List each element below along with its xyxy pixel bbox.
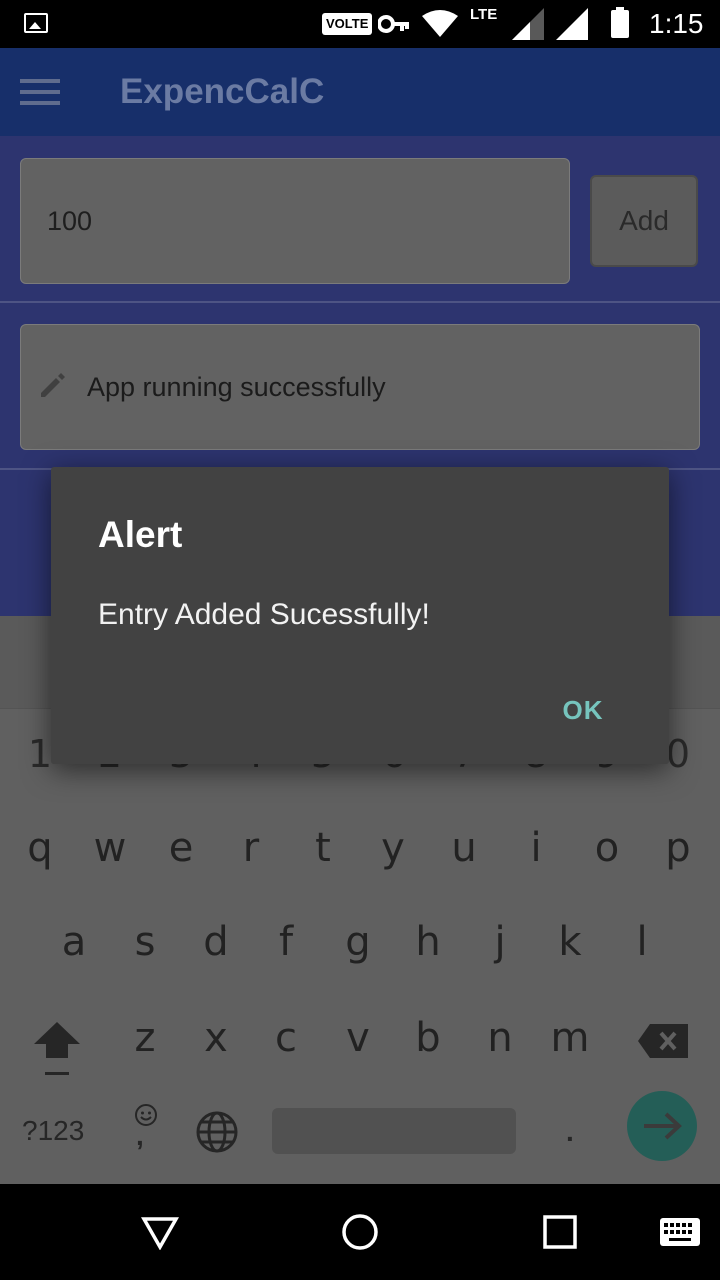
alert-dialog: Alert Entry Added Sucessfully! OK: [51, 467, 669, 764]
space-bar[interactable]: [272, 1108, 516, 1154]
backspace-icon[interactable]: [638, 1024, 688, 1058]
key-j[interactable]: j: [465, 918, 535, 966]
divider: [0, 301, 720, 303]
volte-badge: VOLTE: [322, 13, 373, 35]
clock: 1:15: [649, 8, 704, 39]
key-w[interactable]: w: [75, 824, 145, 872]
key-m[interactable]: m: [535, 1014, 605, 1062]
key-c[interactable]: c: [251, 1014, 321, 1062]
key-k[interactable]: k: [535, 918, 605, 966]
navigation-bar: [0, 1184, 720, 1280]
lte-label: LTE: [470, 6, 498, 23]
key-s[interactable]: s: [110, 918, 180, 966]
key-t[interactable]: t: [288, 824, 358, 872]
period-key[interactable]: .: [566, 1116, 574, 1148]
gallery-icon: [24, 13, 48, 33]
key-q[interactable]: q: [5, 824, 75, 872]
app-bar: ExpencCalC: [0, 48, 720, 136]
key-b[interactable]: b: [393, 1014, 463, 1062]
recents-icon[interactable]: [543, 1215, 577, 1249]
keyboard-switch-icon[interactable]: [660, 1218, 700, 1246]
enter-arrow-icon: [644, 1112, 682, 1140]
key-e[interactable]: e: [146, 824, 216, 872]
battery-icon: [611, 7, 629, 38]
note-value: App running successfully: [87, 372, 386, 402]
status-bar: VOLTE LTE 1:15: [0, 0, 720, 48]
enter-key[interactable]: [627, 1091, 697, 1161]
key-g[interactable]: g: [323, 918, 393, 966]
wifi-icon: [422, 10, 458, 37]
key-x[interactable]: x: [181, 1014, 251, 1062]
key-h[interactable]: h: [393, 918, 463, 966]
symbols-key[interactable]: ?123: [22, 1114, 84, 1148]
key-y[interactable]: y: [358, 824, 428, 872]
amount-value: 100: [47, 206, 93, 236]
key-o[interactable]: o: [572, 824, 642, 872]
shift-icon[interactable]: [32, 1020, 82, 1076]
key-d[interactable]: d: [181, 918, 251, 966]
key-z[interactable]: z: [110, 1014, 180, 1062]
key-r[interactable]: r: [216, 824, 286, 872]
key-f[interactable]: f: [251, 918, 321, 966]
add-button[interactable]: Add: [590, 175, 698, 267]
pencil-icon: [41, 373, 65, 397]
home-icon[interactable]: [341, 1213, 379, 1251]
comma-key[interactable]: ,: [136, 1120, 144, 1152]
amount-input[interactable]: 100: [20, 158, 570, 284]
signal-icon: [512, 8, 544, 40]
signal-icon-2: [556, 8, 588, 40]
key-l[interactable]: l: [607, 918, 677, 966]
key-a[interactable]: a: [39, 918, 109, 966]
globe-icon[interactable]: [195, 1110, 239, 1154]
key-u[interactable]: u: [429, 824, 499, 872]
key-i[interactable]: i: [501, 824, 571, 872]
app-title: ExpencCalC: [120, 72, 325, 111]
key-v[interactable]: v: [323, 1014, 393, 1062]
key-icon: [378, 15, 409, 33]
key-p[interactable]: p: [643, 824, 713, 872]
dialog-title: Alert: [98, 514, 183, 555]
back-icon[interactable]: [141, 1216, 179, 1250]
dialog-message: Entry Added Sucessfully!: [98, 598, 430, 631]
hamburger-menu-icon[interactable]: [20, 79, 60, 105]
note-input[interactable]: App running successfully: [20, 324, 700, 450]
key-n[interactable]: n: [465, 1014, 535, 1062]
ok-button[interactable]: OK: [543, 687, 623, 733]
